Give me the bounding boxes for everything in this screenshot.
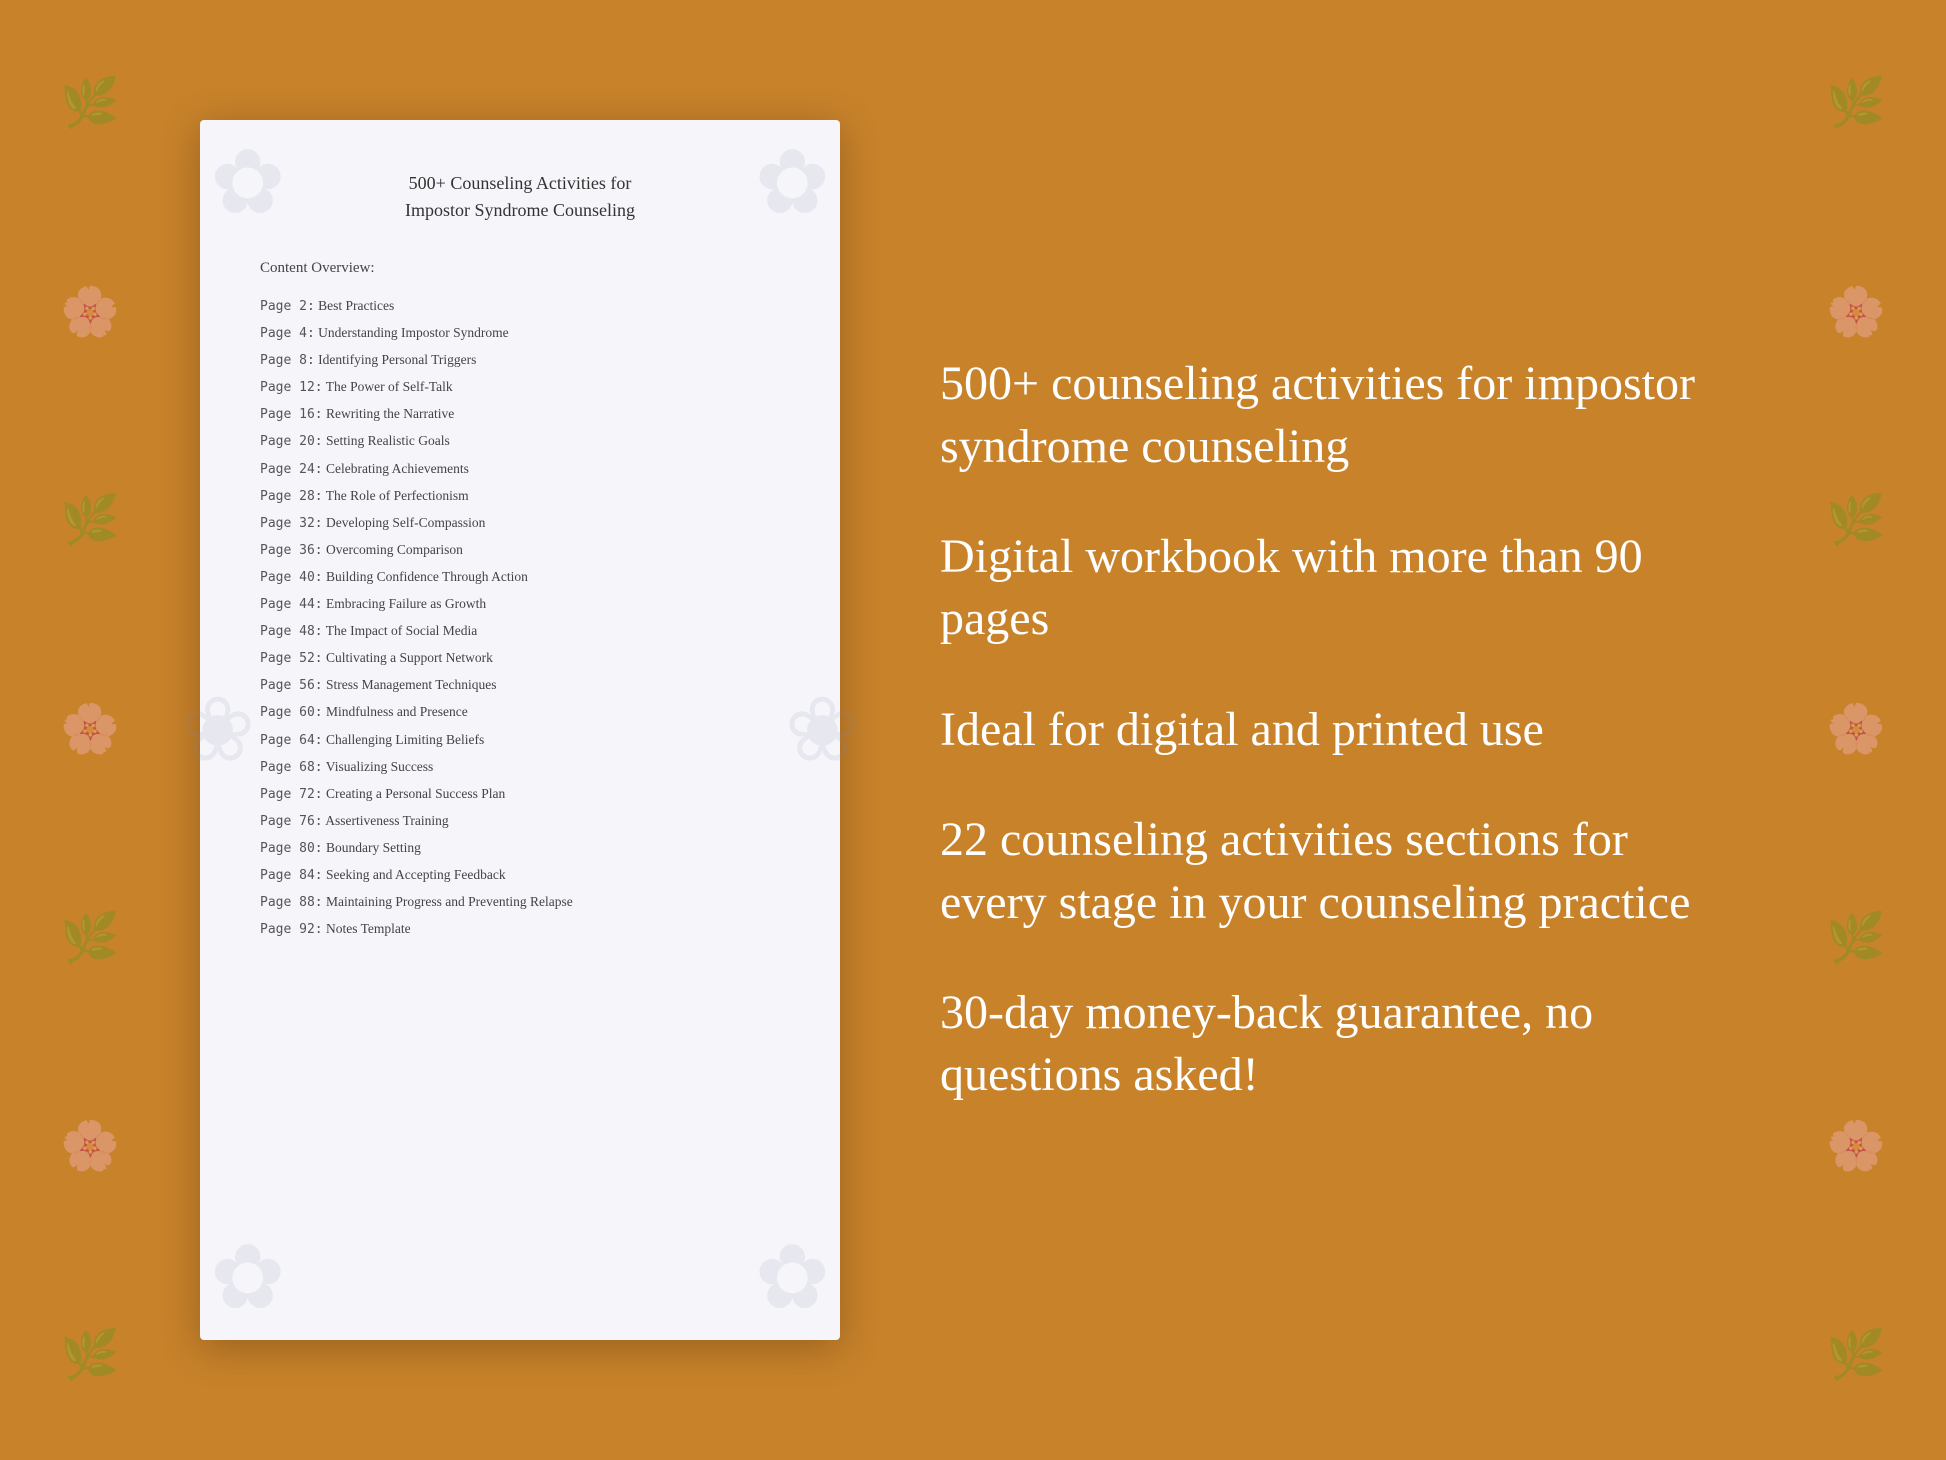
toc-list: Page 2: Best Practices Page 4: Understand… <box>260 295 780 941</box>
toc-item: Page 80: Boundary Setting <box>260 837 780 860</box>
feature-text-1: 500+ counseling activities for impostor … <box>940 353 1746 478</box>
toc-item: Page 20: Setting Realistic Goals <box>260 430 780 453</box>
toc-item: Page 40: Building Confidence Through Act… <box>260 566 780 589</box>
toc-item: Page 52: Cultivating a Support Network <box>260 647 780 670</box>
toc-item: Page 36: Overcoming Comparison <box>260 539 780 562</box>
toc-item: Page 28: The Role of Perfectionism <box>260 485 780 508</box>
toc-header: Content Overview: <box>260 260 780 277</box>
watermark-bottom-left: ✿ <box>210 1225 285 1330</box>
watermark-center-left: ❀ <box>180 678 255 783</box>
toc-item: Page 72: Creating a Personal Success Pla… <box>260 783 780 806</box>
toc-item: Page 88: Maintaining Progress and Preven… <box>260 891 780 914</box>
toc-item: Page 44: Embracing Failure as Growth <box>260 593 780 616</box>
toc-item: Page 2: Best Practices <box>260 295 780 318</box>
toc-item: Page 32: Developing Self-Compassion <box>260 512 780 535</box>
main-layout: ✿ ✿ ✿ ✿ ❀ ❀ 500+ Counseling Activities f… <box>0 0 1946 1460</box>
toc-item: Page 56: Stress Management Techniques <box>260 674 780 697</box>
document-title: 500+ Counseling Activities for Impostor … <box>260 170 780 224</box>
toc-item: Page 16: Rewriting the Narrative <box>260 403 780 426</box>
toc-item: Page 84: Seeking and Accepting Feedback <box>260 864 780 887</box>
document-preview: ✿ ✿ ✿ ✿ ❀ ❀ 500+ Counseling Activities f… <box>200 120 840 1340</box>
toc-item: Page 64: Challenging Limiting Beliefs <box>260 729 780 752</box>
toc-item: Page 92: Notes Template <box>260 918 780 941</box>
watermark-bottom-right: ✿ <box>755 1225 830 1330</box>
toc-item: Page 4: Understanding Impostor Syndrome <box>260 322 780 345</box>
feature-text-5: 30-day money-back guarantee, no question… <box>940 982 1746 1107</box>
toc-item: Page 76: Assertiveness Training <box>260 810 780 833</box>
toc-item: Page 8: Identifying Personal Triggers <box>260 349 780 372</box>
features-panel: 500+ counseling activities for impostor … <box>920 353 1746 1107</box>
toc-item: Page 24: Celebrating Achievements <box>260 458 780 481</box>
watermark-center-right: ❀ <box>785 678 860 783</box>
toc-item: Page 68: Visualizing Success <box>260 756 780 779</box>
feature-text-2: Digital workbook with more than 90 pages <box>940 526 1746 651</box>
toc-item: Page 48: The Impact of Social Media <box>260 620 780 643</box>
feature-text-3: Ideal for digital and printed use <box>940 699 1746 761</box>
feature-text-4: 22 counseling activities sections for ev… <box>940 809 1746 934</box>
toc-item: Page 60: Mindfulness and Presence <box>260 701 780 724</box>
toc-item: Page 12: The Power of Self-Talk <box>260 376 780 399</box>
